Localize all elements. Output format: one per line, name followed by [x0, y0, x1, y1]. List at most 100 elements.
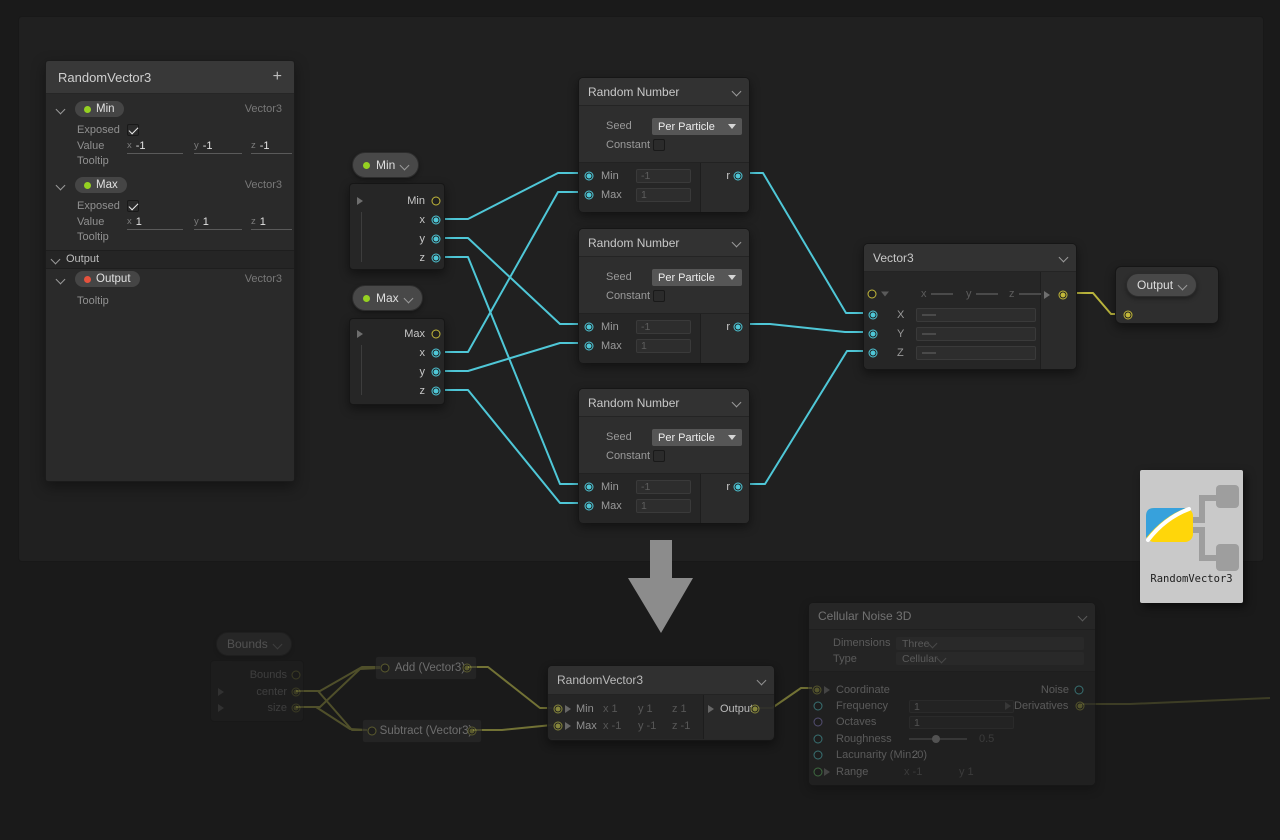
- min-value-field[interactable]: -1: [636, 320, 691, 334]
- node-title-bar[interactable]: Random Number: [579, 78, 749, 106]
- port-add-output[interactable]: [463, 664, 472, 673]
- chevron-down-icon[interactable]: [732, 398, 742, 408]
- dimensions-dropdown[interactable]: Three: [896, 637, 1084, 650]
- port-subtract-input[interactable]: [368, 727, 377, 736]
- port-roughness-input[interactable]: [814, 735, 823, 744]
- port-add-input[interactable]: [381, 664, 390, 673]
- port-vector3-output[interactable]: [1059, 291, 1068, 300]
- port-noise-output[interactable]: [1075, 686, 1084, 695]
- bounds-body[interactable]: Bounds center size: [210, 660, 304, 722]
- min-value-field[interactable]: -1: [636, 169, 691, 183]
- wire-center-to-add[interactable]: [296, 667, 380, 691]
- collapse-triangle-icon[interactable]: [218, 688, 224, 696]
- expand-triangle-icon[interactable]: [881, 292, 889, 297]
- value-field-x[interactable]: x 1: [127, 214, 183, 230]
- wire-size-to-add[interactable]: [296, 668, 380, 707]
- wire-add-to-rv3-min[interactable]: [468, 667, 552, 708]
- seed-dropdown[interactable]: Per Particle: [652, 269, 742, 286]
- type-dropdown[interactable]: Cellular: [896, 652, 1084, 665]
- port-coordinate-input[interactable]: [813, 686, 822, 695]
- value-field-y[interactable]: y 1: [194, 214, 242, 230]
- port-r-output[interactable]: [734, 172, 743, 181]
- parameter-body[interactable]: Max x y z: [349, 318, 445, 405]
- constant-checkbox[interactable]: [653, 290, 665, 302]
- chevron-down-icon[interactable]: [272, 639, 282, 649]
- port-size[interactable]: [292, 704, 301, 713]
- chevron-down-icon[interactable]: [56, 181, 66, 191]
- constant-checkbox[interactable]: [653, 139, 665, 151]
- max-value-field[interactable]: 1: [636, 188, 691, 202]
- randomvector3-asset-card[interactable]: RandomVector3: [1140, 470, 1243, 603]
- port-r-output[interactable]: [734, 323, 743, 332]
- port-center[interactable]: [292, 688, 301, 697]
- expand-triangle-icon[interactable]: [824, 768, 830, 776]
- add-property-button[interactable]: +: [273, 68, 282, 86]
- blackboard-panel[interactable]: RandomVector3 + Min Vector3 Exposed Valu…: [45, 60, 295, 482]
- value-field-y[interactable]: y -1: [194, 138, 242, 154]
- port-output[interactable]: [751, 705, 760, 714]
- node-subtract-vector3[interactable]: Subtract (Vector3): [362, 719, 482, 743]
- expand-triangle-icon[interactable]: [565, 722, 571, 730]
- port-derivatives-output[interactable]: [1076, 702, 1085, 711]
- node-random-number-3[interactable]: Random Number Seed Per Particle Constant…: [578, 388, 750, 523]
- port-range-input[interactable]: [814, 768, 823, 777]
- chevron-down-icon[interactable]: [732, 238, 742, 248]
- chevron-down-icon[interactable]: [56, 275, 66, 285]
- property-pill-min[interactable]: Min: [74, 100, 125, 118]
- port-output-input[interactable]: [1124, 311, 1133, 320]
- parameter-body[interactable]: Min x y z: [349, 183, 445, 270]
- port-max-z[interactable]: [432, 387, 441, 396]
- parameter-pill-min[interactable]: Min: [352, 152, 419, 178]
- parameter-pill-max[interactable]: Max: [352, 285, 423, 311]
- collapse-triangle-icon[interactable]: [357, 197, 363, 205]
- port-lacunarity-input[interactable]: [814, 751, 823, 760]
- property-pill-output[interactable]: Output: [74, 270, 141, 288]
- value-field-x[interactable]: x -1: [127, 138, 183, 154]
- port-min-x[interactable]: [432, 216, 441, 225]
- port-x-input[interactable]: [869, 311, 878, 320]
- wire-subtract-to-rv3-max[interactable]: [473, 725, 552, 730]
- chevron-down-icon[interactable]: [400, 160, 410, 170]
- port-min-input[interactable]: [585, 323, 594, 332]
- port-min-input[interactable]: [554, 705, 563, 714]
- chevron-down-icon[interactable]: [403, 293, 413, 303]
- node-title-bar[interactable]: Random Number: [579, 389, 749, 417]
- port-min-z[interactable]: [432, 254, 441, 263]
- port-vector-space[interactable]: [868, 290, 877, 299]
- constant-checkbox[interactable]: [653, 450, 665, 462]
- node-randomvector3-subgraph[interactable]: RandomVector3 Min x 1 y 1 z 1 Max x -1 y…: [547, 665, 775, 741]
- wire-derivatives-out[interactable]: [1081, 698, 1270, 704]
- port-max-space[interactable]: [432, 330, 441, 339]
- max-value-field[interactable]: 1: [636, 499, 691, 513]
- bounds-pill[interactable]: Bounds: [216, 632, 292, 656]
- port-y-input[interactable]: [869, 330, 878, 339]
- node-bounds[interactable]: Bounds Bounds center size: [210, 630, 304, 692]
- output-pill[interactable]: Output: [1126, 273, 1197, 297]
- value-field-z[interactable]: z -1: [251, 138, 292, 154]
- collapse-triangle-icon[interactable]: [357, 330, 363, 338]
- port-min-y[interactable]: [432, 235, 441, 244]
- seed-dropdown[interactable]: Per Particle: [652, 429, 742, 446]
- node-title-bar[interactable]: Vector3: [864, 244, 1076, 272]
- port-subtract-output[interactable]: [468, 727, 477, 736]
- node-cellular-noise-3d[interactable]: Cellular Noise 3D Dimensions Three Type …: [808, 602, 1096, 786]
- lacunarity-value[interactable]: 2: [912, 749, 918, 761]
- roughness-slider-handle[interactable]: [932, 735, 940, 743]
- expand-triangle-icon[interactable]: [565, 705, 571, 713]
- port-min-space[interactable]: [432, 197, 441, 206]
- node-title-bar[interactable]: Random Number: [579, 229, 749, 257]
- seed-dropdown[interactable]: Per Particle: [652, 118, 742, 135]
- node-title-bar[interactable]: RandomVector3: [548, 666, 774, 695]
- port-z-input[interactable]: [869, 349, 878, 358]
- collapse-triangle-icon[interactable]: [218, 704, 224, 712]
- chevron-down-icon[interactable]: [1178, 280, 1188, 290]
- chevron-down-icon[interactable]: [56, 105, 66, 115]
- node-random-number-2[interactable]: Random Number Seed Per Particle Constant…: [578, 228, 750, 363]
- wire-size-to-subtract[interactable]: [296, 707, 367, 730]
- chevron-down-icon[interactable]: [757, 675, 767, 685]
- min-value-field[interactable]: -1: [636, 480, 691, 494]
- frequency-field[interactable]: 1: [909, 700, 1014, 713]
- chevron-down-icon[interactable]: [1059, 253, 1069, 263]
- port-min-input[interactable]: [585, 483, 594, 492]
- port-min-input[interactable]: [585, 172, 594, 181]
